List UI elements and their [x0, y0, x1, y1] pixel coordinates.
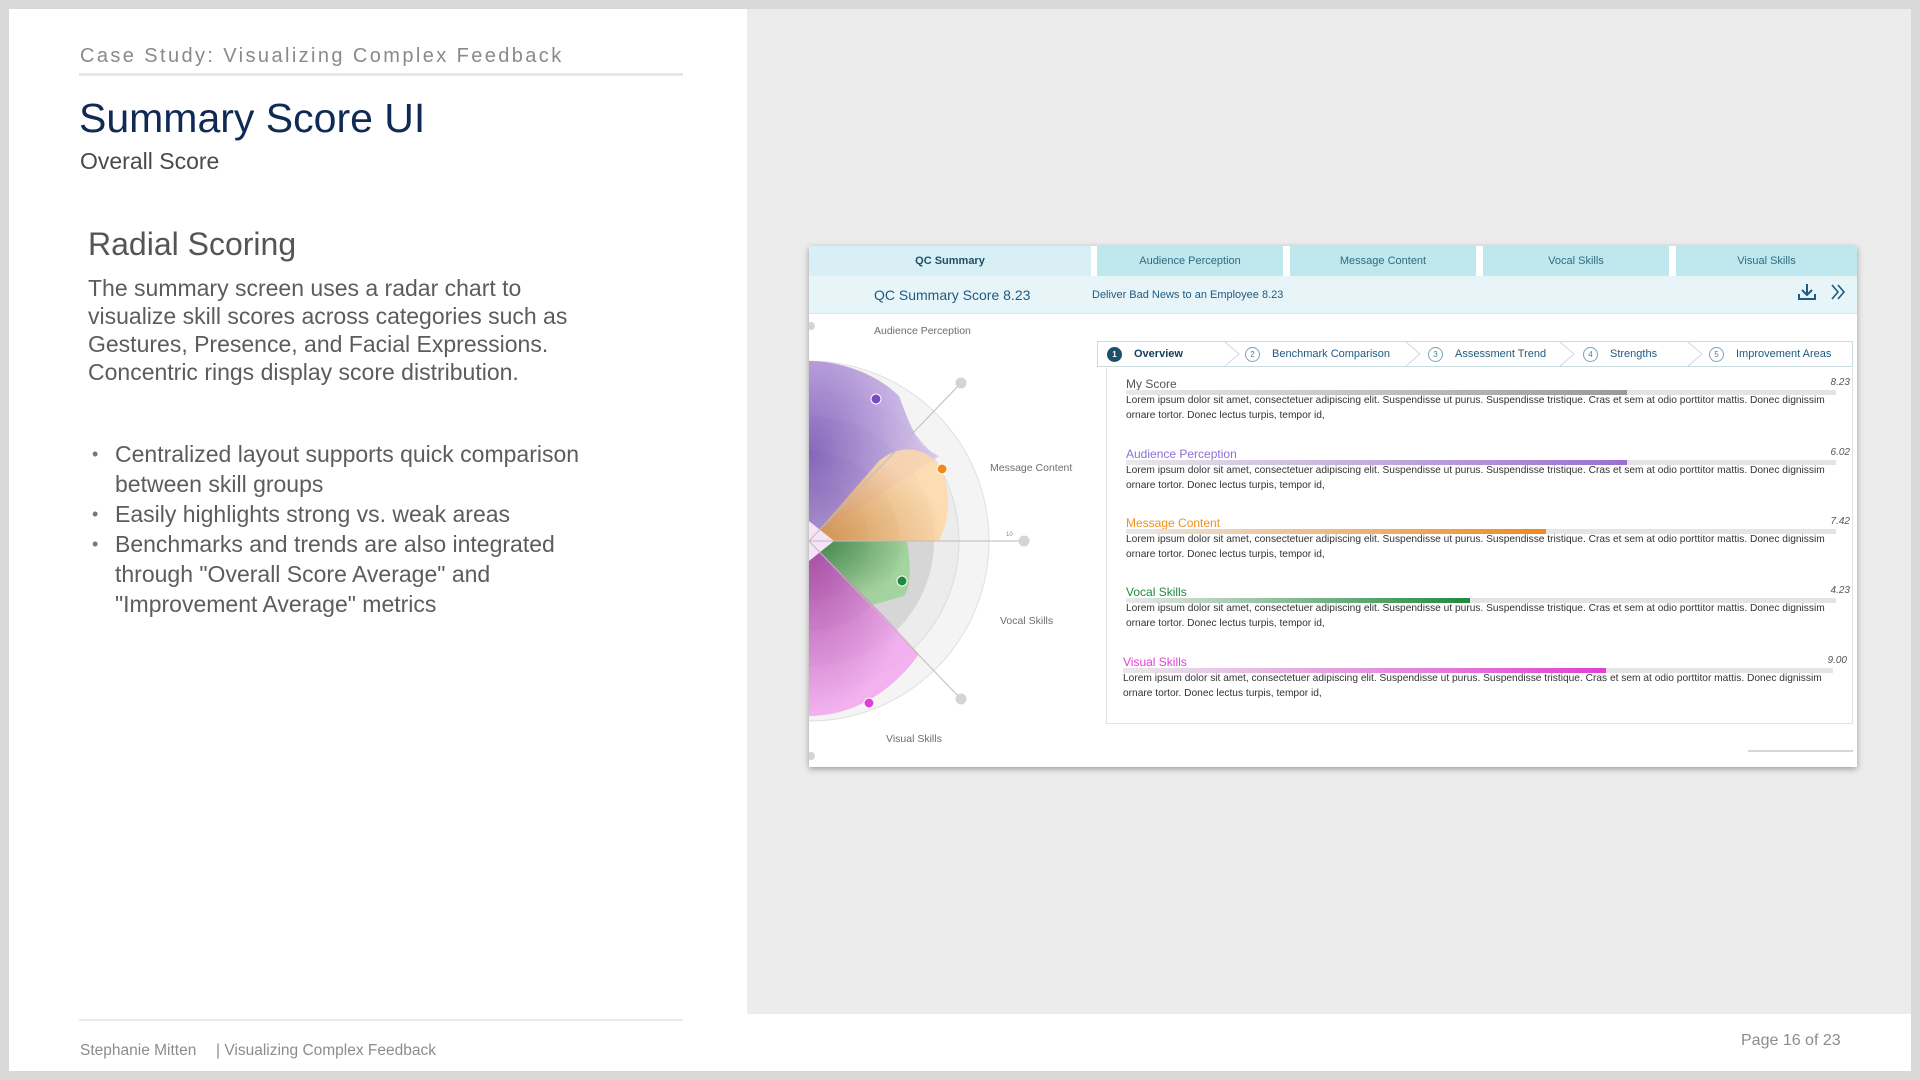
bullet-item: Centralized layout supports quick compar… [88, 439, 608, 499]
tab-bar: QC Summary Audience Perception Message C… [809, 246, 1857, 276]
step-improvement-areas[interactable]: 5 Improvement Areas [1709, 342, 1831, 366]
score-value: 7.42 [1830, 516, 1850, 527]
slide-page: Case Study: Visualizing Complex Feedback… [9, 9, 1911, 1071]
score-label: Vocal Skills [1126, 585, 1187, 599]
step-chevron-icon [1687, 342, 1703, 366]
radar-chart: Audience Perception Message Content Voca… [809, 322, 1072, 760]
bullet-list: Centralized layout supports quick compar… [88, 439, 608, 619]
panel-divider [1748, 750, 1853, 752]
double-chevron-right-icon[interactable] [1829, 283, 1847, 306]
step-label: Benchmark Comparison [1272, 348, 1390, 360]
score-description: Lorem ipsum dolor sit amet, consectetuer… [1126, 465, 1825, 491]
step-assessment-trend[interactable]: 3 Assessment Trend [1428, 342, 1546, 366]
page-subtitle: Overall Score [80, 148, 220, 174]
axis-end-marker [955, 377, 967, 389]
step-benchmark-comparison[interactable]: 2 Benchmark Comparison [1245, 342, 1390, 366]
tab-visual-skills[interactable]: Visual Skills [1676, 246, 1857, 276]
step-navigation: 1 Overview 2 Benchmark Comparison 3 Asse… [1097, 341, 1853, 367]
score-label: Visual Skills [1123, 655, 1187, 669]
score-value: 4.23 [1830, 585, 1850, 596]
vocal-score-point [896, 575, 908, 587]
step-chevron-icon [1405, 342, 1421, 366]
step-label: Strengths [1610, 348, 1658, 360]
header-actions [1797, 283, 1847, 306]
step-number: 5 [1709, 346, 1724, 362]
step-number: 3 [1428, 346, 1443, 362]
radar-tick-label: 10 [1006, 532, 1013, 538]
step-label: Improvement Areas [1736, 348, 1832, 360]
score-description: Lorem ipsum dolor sit amet, consectetuer… [1126, 395, 1825, 421]
page-number: Page 16 of 23 [1741, 1032, 1841, 1049]
summary-score-title: QC Summary Score 8.23 [874, 287, 1031, 303]
score-label: Message Content [1126, 516, 1221, 530]
section-title: Radial Scoring [88, 226, 297, 262]
tab-message-content[interactable]: Message Content [1290, 246, 1476, 276]
scenario-name: Deliver Bad News to an Employee 8.23 [1092, 289, 1284, 301]
app-screenshot: QC Summary Audience Perception Message C… [809, 246, 1857, 767]
step-chevron-icon [1559, 342, 1575, 366]
footer-author: Stephanie Mitten [80, 1042, 197, 1059]
page-title: Summary Score UI [79, 95, 426, 141]
score-description: Lorem ipsum dolor sit amet, consectetuer… [1126, 603, 1825, 629]
step-overview[interactable]: 1 Overview [1107, 342, 1183, 366]
axis-end-marker [809, 322, 815, 330]
summary-header: QC Summary Score 8.23 Deliver Bad News t… [809, 276, 1857, 314]
visual-score-point [863, 697, 875, 709]
download-icon[interactable] [1797, 283, 1817, 306]
score-list: My Score 8.23 Lorem ipsum dolor sit amet… [1106, 368, 1853, 724]
bullet-item: Easily highlights strong vs. weak areas [88, 499, 608, 529]
case-study-eyebrow: Case Study: Visualizing Complex Feedback [80, 45, 564, 67]
step-label: Assessment Trend [1455, 348, 1547, 360]
step-number: 2 [1245, 346, 1260, 362]
footer-doc-title: | Visualizing Complex Feedback [216, 1042, 436, 1059]
step-number: 4 [1583, 346, 1598, 362]
audience-score-point [870, 393, 882, 405]
tab-vocal-skills[interactable]: Vocal Skills [1483, 246, 1669, 276]
radar-label-audience: Audience Perception [874, 325, 971, 337]
radar-label-message: Message Content [990, 462, 1072, 474]
section-body: The summary screen uses a radar chart to… [88, 275, 568, 385]
radar-label-vocal: Vocal Skills [1000, 615, 1053, 627]
message-score-point [936, 463, 948, 475]
score-value: 8.23 [1830, 377, 1850, 388]
step-label: Overview [1134, 348, 1183, 360]
left-panel: Case Study: Visualizing Complex Feedback… [9, 9, 747, 1071]
footer-divider [79, 1019, 683, 1021]
score-value: 9.00 [1827, 655, 1847, 666]
score-value: 6.02 [1830, 447, 1850, 458]
tab-qc-summary[interactable]: QC Summary [809, 246, 1091, 276]
score-label: Audience Perception [1126, 447, 1237, 461]
radar-label-visual: Visual Skills [886, 733, 942, 745]
axis-end-marker [809, 752, 815, 760]
step-strengths[interactable]: 4 Strengths [1583, 342, 1657, 366]
axis-end-marker [1018, 535, 1030, 547]
bullet-item: Benchmarks and trends are also integrate… [88, 529, 608, 619]
eyebrow-divider [79, 73, 683, 76]
step-number: 1 [1107, 346, 1122, 362]
tab-audience-perception[interactable]: Audience Perception [1097, 246, 1283, 276]
step-chevron-icon [1224, 342, 1240, 366]
score-description: Lorem ipsum dolor sit amet, consectetuer… [1126, 534, 1825, 560]
score-label: My Score [1126, 377, 1177, 391]
axis-end-marker [955, 693, 967, 705]
score-description: Lorem ipsum dolor sit amet, consectetuer… [1123, 673, 1822, 699]
